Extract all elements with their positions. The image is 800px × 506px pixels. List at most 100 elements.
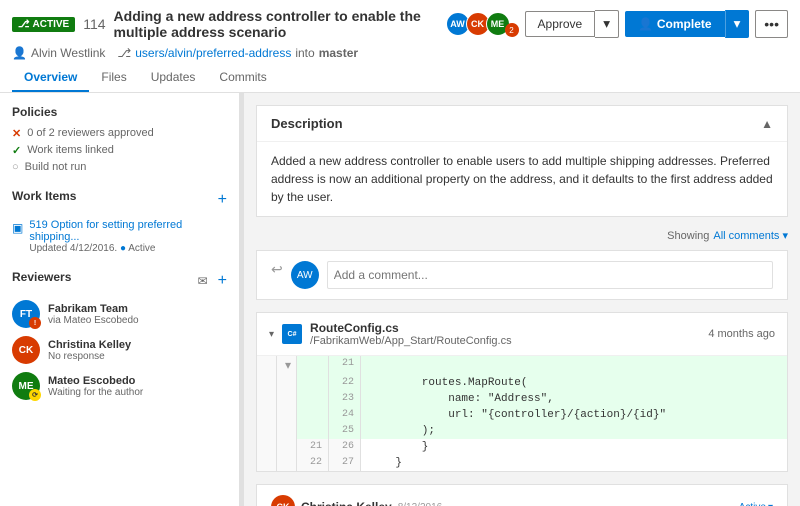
main-layout: Policies ✕ 0 of 2 reviewers approved ✓ W… [0, 93, 800, 506]
collapse-file-icon[interactable]: ▾ [269, 329, 274, 340]
check-icon: ✓ [12, 144, 21, 157]
work-items-header: Work Items + [12, 189, 227, 211]
code-content: url: "{controller}/{action}/{id}" [361, 407, 787, 423]
description-card: Description ▲ Added a new address contro… [256, 105, 788, 217]
avatar-group: AW CK ME 2 [450, 12, 519, 36]
reviewer-avatar: ME ⟳ [12, 372, 40, 400]
line-num-new: 21 [329, 356, 361, 375]
reviewer-item: ME ⟳ Mateo Escobedo Waiting for the auth… [12, 372, 227, 400]
reviewer-avatar: CK [12, 336, 40, 364]
line-num-old [297, 356, 329, 375]
reviewer-actions: ✉ + [194, 270, 227, 292]
description-header: Description ▲ [257, 106, 787, 142]
line-num-old [297, 423, 329, 439]
showing-label: Showing [667, 230, 709, 242]
work-item-meta: Updated 4/12/2016. ● Active [29, 243, 227, 254]
line-num-old: 22 [297, 455, 329, 471]
comment-toggle[interactable] [257, 375, 277, 391]
policy-text: Work items linked [27, 144, 114, 156]
active-badge: ⎇ ACTIVE [12, 17, 75, 32]
approve-btn-group: Approve ▾ [525, 10, 619, 38]
pr-title: Adding a new address controller to enabl… [114, 8, 442, 40]
branch-from-icon: ⎇ [117, 46, 131, 60]
code-line: 22 27 } [257, 455, 787, 471]
comment-toggle[interactable] [257, 407, 277, 423]
reviewer-status: Waiting for the author [48, 387, 227, 398]
comment-toggle[interactable] [257, 455, 277, 471]
pr-meta: 👤 Alvin Westlink ⎇ users/alvin/preferred… [12, 46, 788, 60]
tab-overview[interactable]: Overview [12, 64, 89, 92]
reviewer-name: Mateo Escobedo [48, 375, 227, 387]
comments-filter: Showing All comments ▾ [256, 229, 788, 242]
line-num-new: 25 [329, 423, 361, 439]
line-num-old: 21 [297, 439, 329, 455]
comment-toggle[interactable] [257, 423, 277, 439]
collapse-icon[interactable]: ▲ [761, 117, 773, 131]
pr-number: 114 [83, 16, 105, 32]
reviewer-info: Mateo Escobedo Waiting for the author [48, 375, 227, 398]
tab-files[interactable]: Files [89, 64, 138, 92]
circle-icon: ○ [12, 161, 19, 173]
file-header: ▾ C# RouteConfig.cs /FabrikamWeb/App_Sta… [257, 313, 787, 356]
comment-input[interactable] [327, 261, 773, 289]
comment-toggle[interactable] [257, 439, 277, 455]
comment-toggle[interactable] [257, 356, 277, 375]
reviewer-status: No response [48, 351, 227, 362]
policy-text: 0 of 2 reviewers approved [27, 127, 154, 139]
reviewer-status-badge: ! [29, 317, 41, 329]
approve-dropdown[interactable]: ▾ [595, 10, 619, 38]
reviewer-name: Christina Kelley [48, 339, 227, 351]
add-reviewer-button[interactable]: + [218, 270, 227, 292]
all-comments-dropdown[interactable]: All comments ▾ [713, 229, 788, 242]
policy-item: ✕ 0 of 2 reviewers approved [12, 127, 227, 140]
comment-status[interactable]: Active ▾ [739, 502, 773, 506]
policies-section: Policies ✕ 0 of 2 reviewers approved ✓ W… [12, 105, 227, 173]
code-line: 25 ); [257, 423, 787, 439]
line-num-new: 27 [329, 455, 361, 471]
complete-btn-group: 👤 Complete ▾ [625, 10, 749, 38]
header: ⎇ ACTIVE 114 Adding a new address contro… [0, 0, 800, 93]
file-path: /FabrikamWeb/App_Start/RouteConfig.cs [310, 335, 512, 347]
line-num-new: 23 [329, 391, 361, 407]
work-item-id: 519 [29, 219, 47, 231]
complete-button[interactable]: 👤 Complete [625, 11, 725, 37]
tab-updates[interactable]: Updates [139, 64, 208, 92]
description-body: Added a new address controller to enable… [257, 142, 787, 216]
code-content [361, 356, 787, 375]
tab-commits[interactable]: Commits [207, 64, 278, 92]
add-work-item-button[interactable]: + [218, 191, 227, 209]
reviewer-avatar: FT ! [12, 300, 40, 328]
description-title: Description [271, 116, 343, 131]
reviewers-title: Reviewers [12, 270, 71, 284]
collapse-lines[interactable]: ▾ [277, 356, 297, 375]
target-branch: master [319, 46, 358, 60]
reply-icon: ↩ [271, 261, 283, 278]
work-items-section: Work Items + ▣ 519 Option for setting pr… [12, 189, 227, 254]
code-line: 23 name: "Address", [257, 391, 787, 407]
reviewers-header: Reviewers ✉ + [12, 270, 227, 292]
code-content: name: "Address", [361, 391, 787, 407]
reviewer-info: Christina Kelley No response [48, 339, 227, 362]
file-info: ▾ C# RouteConfig.cs /FabrikamWeb/App_Sta… [269, 321, 512, 347]
approve-button[interactable]: Approve [525, 11, 596, 37]
branch-link[interactable]: users/alvin/preferred-address [135, 46, 291, 60]
file-name: RouteConfig.cs [310, 321, 512, 335]
into-label: into [295, 46, 314, 60]
reviewer-item: FT ! Fabrikam Team via Mateo Escobedo [12, 300, 227, 328]
complete-dropdown[interactable]: ▾ [725, 10, 750, 38]
comment-box-left: ↩ [271, 261, 283, 278]
policy-item: ✓ Work items linked [12, 144, 227, 157]
more-button[interactable]: ••• [755, 10, 788, 38]
reviewers-section: Reviewers ✉ + FT ! Fabrikam Team via Mat… [12, 270, 227, 400]
line-num-old [297, 407, 329, 423]
file-change-card: ▾ C# RouteConfig.cs /FabrikamWeb/App_Sta… [256, 312, 788, 472]
file-time: 4 months ago [708, 328, 775, 340]
complete-icon: 👤 [638, 17, 653, 31]
line-num-old [297, 391, 329, 407]
comment-toggle[interactable] [257, 391, 277, 407]
email-button[interactable]: ✉ [194, 270, 212, 292]
code-content: routes.MapRoute( [361, 375, 787, 391]
reviewer-status-badge: ⟳ [29, 389, 41, 401]
work-item-content: 519 Option for setting preferred shippin… [29, 219, 227, 254]
dot-icon: ● [120, 243, 126, 254]
